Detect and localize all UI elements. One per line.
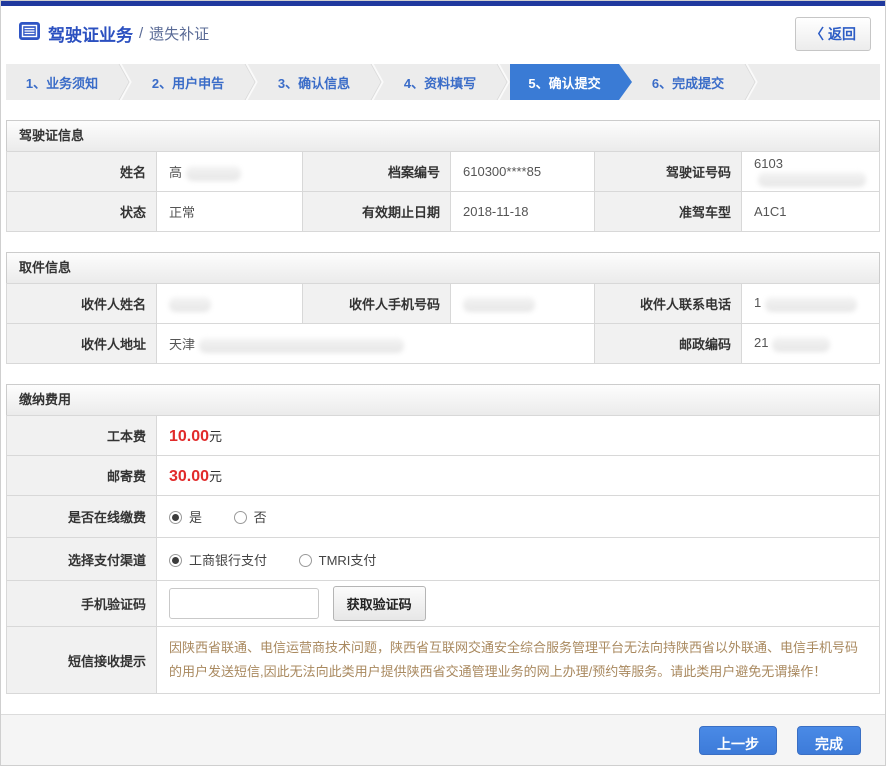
file-number-value: 610300****85 xyxy=(451,152,595,192)
step-separator-icon xyxy=(744,64,758,100)
license-info-section: 驾驶证信息 姓名 高 档案编号 610300****85 驾驶证号码 6103 … xyxy=(6,120,880,232)
currency-unit: 元 xyxy=(209,429,222,444)
step-2-user-declaration[interactable]: 2、用户申告 xyxy=(132,64,244,100)
step-separator-icon xyxy=(496,64,510,100)
pickup-info-section: 取件信息 收件人姓名 收件人手机号码 收件人联系电话 1 收件人地址 天津 邮政… xyxy=(6,252,880,364)
page-header: 驾驶证业务 / 遗失补证 〈返回 xyxy=(1,6,885,61)
table-row: 短信接收提示 因陕西省联通、电信运营商技术问题，陕西省互联网交通安全综合服务管理… xyxy=(7,627,880,694)
sms-notice-text: 因陕西省联通、电信运营商技术问题，陕西省互联网交通安全综合服务管理平台无法向持陕… xyxy=(169,636,867,684)
online-yes-label: 是 xyxy=(189,510,202,525)
online-payment-options: 是 否 xyxy=(157,496,880,538)
step-progress-bar: 1、业务须知 2、用户申告 3、确认信息 4、资料填写 5、确认提交 6、完成提… xyxy=(6,64,880,100)
previous-step-button[interactable]: 上一步 xyxy=(699,726,777,755)
redacted-blur xyxy=(765,297,857,312)
breadcrumb-separator: / xyxy=(139,25,143,42)
vehicle-class-label: 准驾车型 xyxy=(595,192,742,232)
table-row: 收件人姓名 收件人手机号码 收件人联系电话 1 xyxy=(7,284,880,324)
step-separator-icon xyxy=(370,64,384,100)
list-card-icon xyxy=(19,22,40,45)
step-bar-filler xyxy=(758,64,880,100)
online-yes-radio[interactable] xyxy=(169,511,182,524)
payment-section-title: 缴纳费用 xyxy=(6,384,880,416)
table-row: 姓名 高 档案编号 610300****85 驾驶证号码 6103 xyxy=(7,152,880,192)
step-3-confirm-info[interactable]: 3、确认信息 xyxy=(258,64,370,100)
chevron-left-icon: 〈 xyxy=(810,26,824,42)
table-row: 状态 正常 有效期止日期 2018-11-18 准驾车型 A1C1 xyxy=(7,192,880,232)
footer-action-bar: 上一步 完成 xyxy=(1,714,885,766)
step-1-business-notice[interactable]: 1、业务须知 xyxy=(6,64,118,100)
channel-tmri-radio[interactable] xyxy=(299,554,312,567)
sms-notice-label: 短信接收提示 xyxy=(7,627,157,694)
status-value: 正常 xyxy=(157,192,303,232)
redacted-blur xyxy=(199,338,404,353)
postage-fee-label: 邮寄费 xyxy=(7,456,157,496)
name-value: 高 xyxy=(157,152,303,192)
payment-fee-section: 缴纳费用 工本费 10.00元 邮寄费 30.00元 是否在线缴费 是 否 选择… xyxy=(6,384,880,694)
online-payment-label: 是否在线缴费 xyxy=(7,496,157,538)
table-row: 邮寄费 30.00元 xyxy=(7,456,880,496)
step-6-complete-submit[interactable]: 6、完成提交 xyxy=(632,64,744,100)
back-button[interactable]: 〈返回 xyxy=(795,17,871,51)
finish-button[interactable]: 完成 xyxy=(797,726,861,755)
table-row: 是否在线缴费 是 否 xyxy=(7,496,880,538)
redacted-blur xyxy=(758,172,866,187)
get-code-button[interactable]: 获取验证码 xyxy=(333,586,426,621)
breadcrumb-current: 遗失补证 xyxy=(149,23,209,44)
license-number-value: 6103 xyxy=(742,152,880,192)
work-fee-amount: 10.00 xyxy=(169,428,209,445)
table-row: 工本费 10.00元 xyxy=(7,416,880,456)
online-no-label: 否 xyxy=(254,510,267,525)
currency-unit: 元 xyxy=(209,469,222,484)
step-separator-icon xyxy=(244,64,258,100)
step-4-fill-materials[interactable]: 4、资料填写 xyxy=(384,64,496,100)
sms-code-field-cell: 获取验证码 xyxy=(157,581,880,627)
sms-code-label: 手机验证码 xyxy=(7,581,157,627)
postage-fee-amount: 30.00 xyxy=(169,468,209,485)
table-row: 选择支付渠道 工商银行支付 TMRI支付 xyxy=(7,538,880,581)
recipient-phone-value: 1 xyxy=(742,284,880,324)
page-title: 驾驶证业务 xyxy=(48,21,133,46)
postal-code-label: 邮政编码 xyxy=(595,324,742,364)
vehicle-class-value: A1C1 xyxy=(742,192,880,232)
page: 驾驶证业务 / 遗失补证 〈返回 1、业务须知 2、用户申告 3、确认信息 4、… xyxy=(0,0,886,766)
sms-notice-cell: 因陕西省联通、电信运营商技术问题，陕西省互联网交通安全综合服务管理平台无法向持陕… xyxy=(157,627,880,694)
file-number-label: 档案编号 xyxy=(303,152,451,192)
redacted-blur xyxy=(772,337,830,352)
postal-code-value: 21 xyxy=(742,324,880,364)
back-button-label: 返回 xyxy=(828,26,856,42)
expiry-date-label: 有效期止日期 xyxy=(303,192,451,232)
redacted-blur xyxy=(186,166,241,181)
redacted-blur xyxy=(463,297,535,312)
sms-code-input[interactable] xyxy=(169,588,319,619)
recipient-phone-label: 收件人联系电话 xyxy=(595,284,742,324)
table-row: 收件人地址 天津 邮政编码 21 xyxy=(7,324,880,364)
channel-icbc-radio[interactable] xyxy=(169,554,182,567)
channel-tmri-label: TMRI支付 xyxy=(319,553,377,568)
table-row: 手机验证码 获取验证码 xyxy=(7,581,880,627)
recipient-mobile-value xyxy=(451,284,595,324)
postage-fee-value: 30.00元 xyxy=(157,456,880,496)
license-section-title: 驾驶证信息 xyxy=(6,120,880,152)
license-number-label: 驾驶证号码 xyxy=(595,152,742,192)
work-fee-label: 工本费 xyxy=(7,416,157,456)
work-fee-value: 10.00元 xyxy=(157,416,880,456)
payment-channel-options: 工商银行支付 TMRI支付 xyxy=(157,538,880,581)
recipient-address-label: 收件人地址 xyxy=(7,324,157,364)
recipient-name-label: 收件人姓名 xyxy=(7,284,157,324)
expiry-date-value: 2018-11-18 xyxy=(451,192,595,232)
redacted-blur xyxy=(169,297,211,312)
online-no-radio[interactable] xyxy=(234,511,247,524)
pickup-section-title: 取件信息 xyxy=(6,252,880,284)
status-label: 状态 xyxy=(7,192,157,232)
step-separator-icon xyxy=(118,64,132,100)
step-5-confirm-submit[interactable]: 5、确认提交 xyxy=(510,64,632,100)
recipient-address-value: 天津 xyxy=(157,324,595,364)
recipient-name-value xyxy=(157,284,303,324)
channel-icbc-label: 工商银行支付 xyxy=(189,553,267,568)
recipient-mobile-label: 收件人手机号码 xyxy=(303,284,451,324)
payment-channel-label: 选择支付渠道 xyxy=(7,538,157,581)
name-label: 姓名 xyxy=(7,152,157,192)
